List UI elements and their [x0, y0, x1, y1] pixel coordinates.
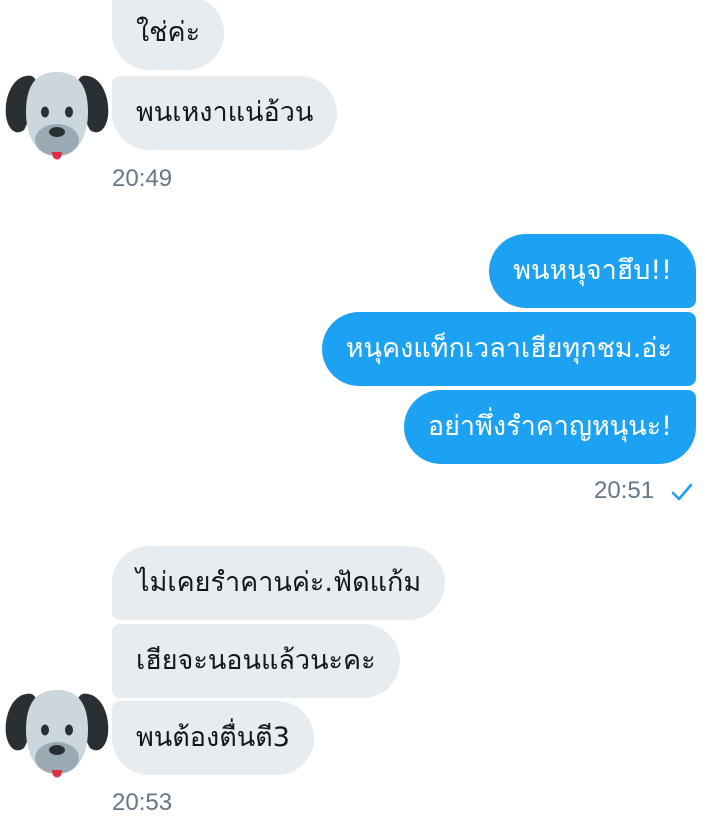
message-text: เฮียจะนอนแล้วนะคะ [136, 645, 376, 676]
message-text: พนหนุจาฮึบ!! [513, 255, 672, 286]
timestamp: 20:51 [594, 477, 655, 504]
message-text: พนเหงาแน่อ้วน [136, 97, 314, 128]
message-text: หนุคงแท็กเวลาเฮียทุกชม.อ่ะ [345, 333, 672, 364]
incoming-message[interactable]: เฮียจะนอนแล้วนะคะ [112, 624, 400, 698]
incoming-message[interactable]: ใช่ค่ะ [112, 0, 225, 70]
incoming-message[interactable]: พนเหงาแน่อ้วน [112, 76, 338, 150]
message-text: พนต้องตื่นตี3 [136, 722, 290, 753]
outgoing-message[interactable]: พนหนุจาฮึบ!! [489, 234, 696, 308]
message-text: อย่าพึ่งรำคาญหนุนะ! [427, 411, 672, 442]
read-check-icon [671, 483, 693, 501]
incoming-message[interactable]: พนต้องตื่นตี3 [112, 701, 314, 775]
message-text: ไม่เคยรำคานค่ะ.ฟัดแก้ม [136, 567, 422, 598]
outgoing-message[interactable]: หนุคงแท็กเวลาเฮียทุกชม.อ่ะ [321, 312, 696, 386]
dog-face-icon[interactable] [2, 682, 112, 792]
timestamp: 20:53 [112, 789, 173, 816]
dog-face-icon[interactable] [2, 64, 112, 174]
outgoing-message[interactable]: อย่าพึ่งรำคาญหนุนะ! [403, 390, 696, 464]
message-text: ใช่ค่ะ [136, 17, 201, 48]
timestamp: 20:49 [112, 165, 173, 192]
incoming-message[interactable]: ไม่เคยรำคานค่ะ.ฟัดแก้ม [112, 546, 446, 620]
